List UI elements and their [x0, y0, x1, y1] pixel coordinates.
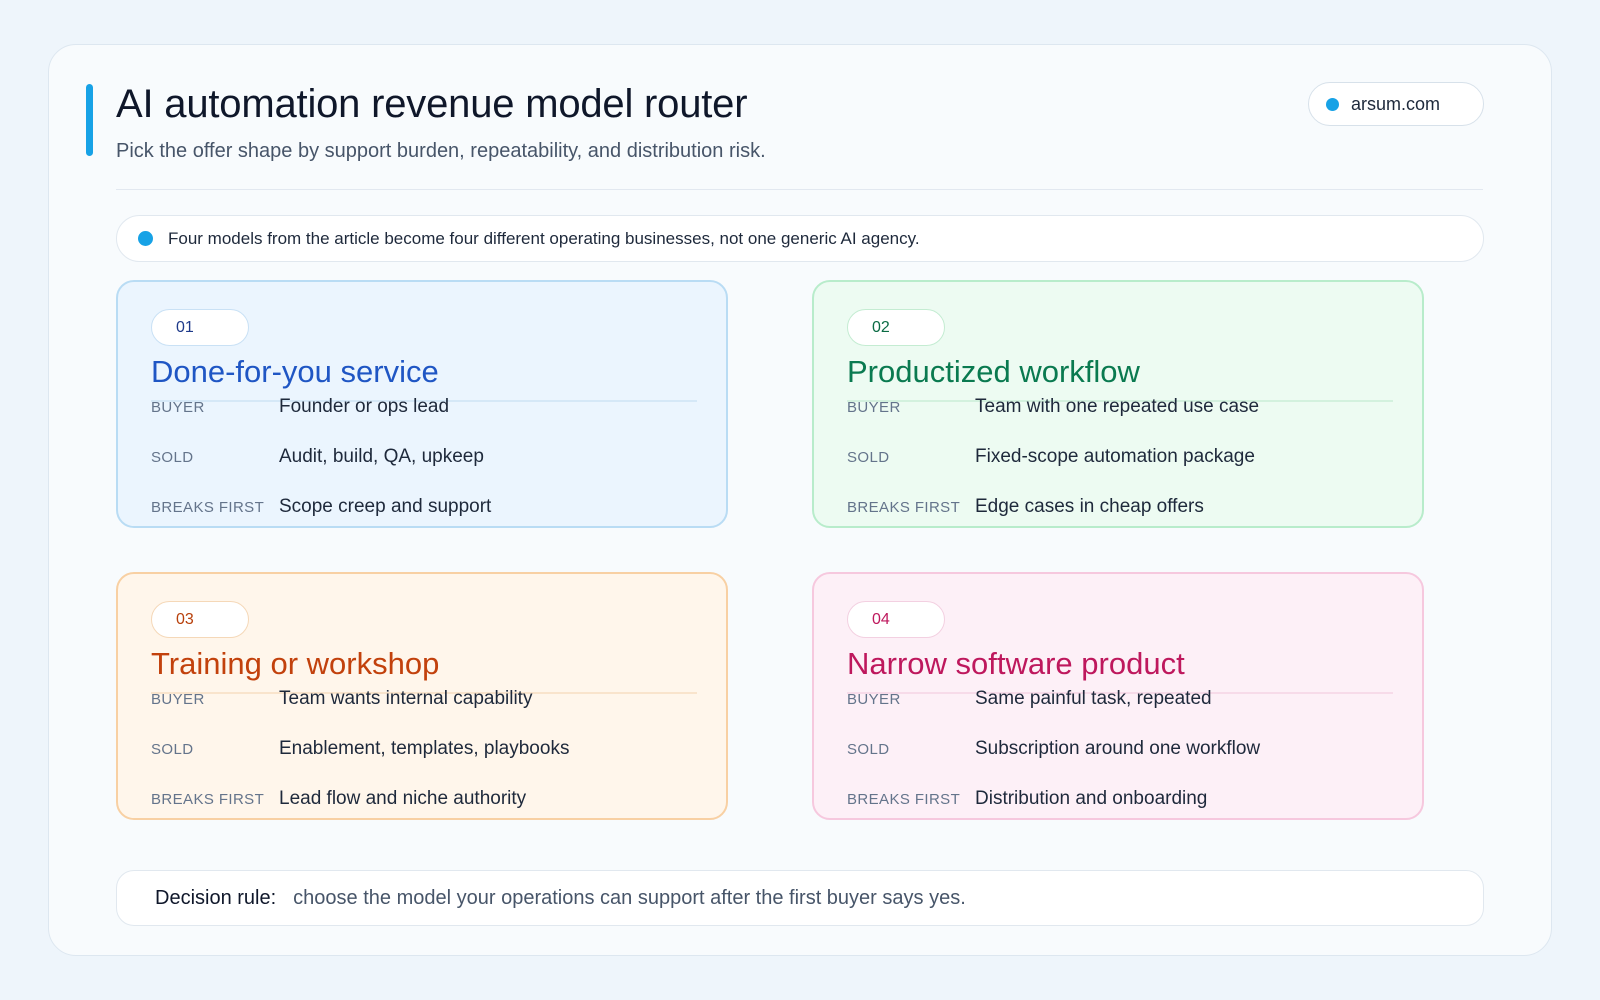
row-label-breaks-first: BREAKS FIRST — [847, 499, 961, 516]
note-dot-icon — [138, 231, 153, 246]
card-row-sold: SOLD Subscription around one workflow — [847, 738, 1260, 760]
decision-rule-box: Decision rule: choose the model your ope… — [116, 870, 1484, 926]
card-title: Training or workshop — [151, 646, 440, 681]
card-row-buyer: BUYER Same painful task, repeated — [847, 688, 1212, 710]
card-row-buyer: BUYER Team wants internal capability — [151, 688, 532, 710]
row-label-breaks-first: BREAKS FIRST — [151, 791, 265, 808]
row-value-breaks-first: Distribution and onboarding — [975, 788, 1208, 809]
model-card-productized-workflow: 02 Productized workflow BUYER Team with … — [812, 280, 1424, 528]
card-row-breaks-first: BREAKS FIRST Edge cases in cheap offers — [847, 496, 1204, 518]
row-label-sold: SOLD — [151, 449, 194, 466]
row-value-buyer: Team wants internal capability — [279, 688, 533, 709]
card-number-badge: 01 — [151, 309, 249, 346]
card-row-sold: SOLD Enablement, templates, playbooks — [151, 738, 569, 760]
card-row-breaks-first: BREAKS FIRST Lead flow and niche authori… — [151, 788, 526, 810]
model-card-training-or-workshop: 03 Training or workshop BUYER Team wants… — [116, 572, 728, 820]
card-row-breaks-first: BREAKS FIRST Distribution and onboarding — [847, 788, 1207, 810]
card-row-breaks-first: BREAKS FIRST Scope creep and support — [151, 496, 491, 518]
row-label-breaks-first: BREAKS FIRST — [151, 499, 265, 516]
row-value-breaks-first: Lead flow and niche authority — [279, 788, 527, 809]
row-label-buyer: BUYER — [847, 399, 901, 416]
card-row-sold: SOLD Fixed-scope automation package — [847, 446, 1255, 468]
card-number-badge: 04 — [847, 601, 945, 638]
site-badge[interactable]: arsum.com — [1308, 82, 1484, 126]
site-dot-icon — [1326, 97, 1339, 111]
card-number-badge: 02 — [847, 309, 945, 346]
row-value-buyer: Team with one repeated use case — [975, 396, 1260, 417]
row-value-breaks-first: Scope creep and support — [279, 496, 492, 517]
row-label-buyer: BUYER — [151, 691, 205, 708]
row-value-sold: Fixed-scope automation package — [975, 446, 1255, 467]
model-card-done-for-you-service: 01 Done-for-you service BUYER Founder or… — [116, 280, 728, 528]
row-value-buyer: Same painful task, repeated — [975, 688, 1212, 709]
intro-note: Four models from the article become four… — [116, 215, 1484, 262]
row-label-buyer: BUYER — [151, 399, 205, 416]
title-accent-bar — [86, 84, 93, 156]
card-title: Done-for-you service — [151, 354, 439, 389]
row-label-sold: SOLD — [151, 741, 194, 758]
decision-rule-label: Decision rule: — [155, 886, 277, 909]
row-label-sold: SOLD — [847, 449, 890, 466]
row-value-sold: Subscription around one workflow — [975, 738, 1261, 759]
row-label-breaks-first: BREAKS FIRST — [847, 791, 961, 808]
row-label-buyer: BUYER — [847, 691, 901, 708]
page-title: AI automation revenue model router — [116, 82, 748, 126]
card-row-sold: SOLD Audit, build, QA, upkeep — [151, 446, 484, 468]
row-value-sold: Enablement, templates, playbooks — [279, 738, 570, 759]
card-row-buyer: BUYER Founder or ops lead — [151, 396, 449, 418]
page-subtitle: Pick the offer shape by support burden, … — [116, 140, 766, 162]
row-value-sold: Audit, build, QA, upkeep — [279, 446, 484, 467]
row-label-sold: SOLD — [847, 741, 890, 758]
intro-note-text: Four models from the article become four… — [168, 228, 920, 248]
model-card-narrow-software-product: 04 Narrow software product BUYER Same pa… — [812, 572, 1424, 820]
card-title: Narrow software product — [847, 646, 1185, 681]
site-label: arsum.com — [1351, 93, 1441, 114]
card-title: Productized workflow — [847, 354, 1140, 389]
card-number-badge: 03 — [151, 601, 249, 638]
card-row-buyer: BUYER Team with one repeated use case — [847, 396, 1259, 418]
row-value-buyer: Founder or ops lead — [279, 396, 450, 417]
decision-rule-text: choose the model your operations can sup… — [293, 886, 966, 909]
header-divider — [116, 189, 1483, 190]
row-value-breaks-first: Edge cases in cheap offers — [975, 496, 1204, 517]
